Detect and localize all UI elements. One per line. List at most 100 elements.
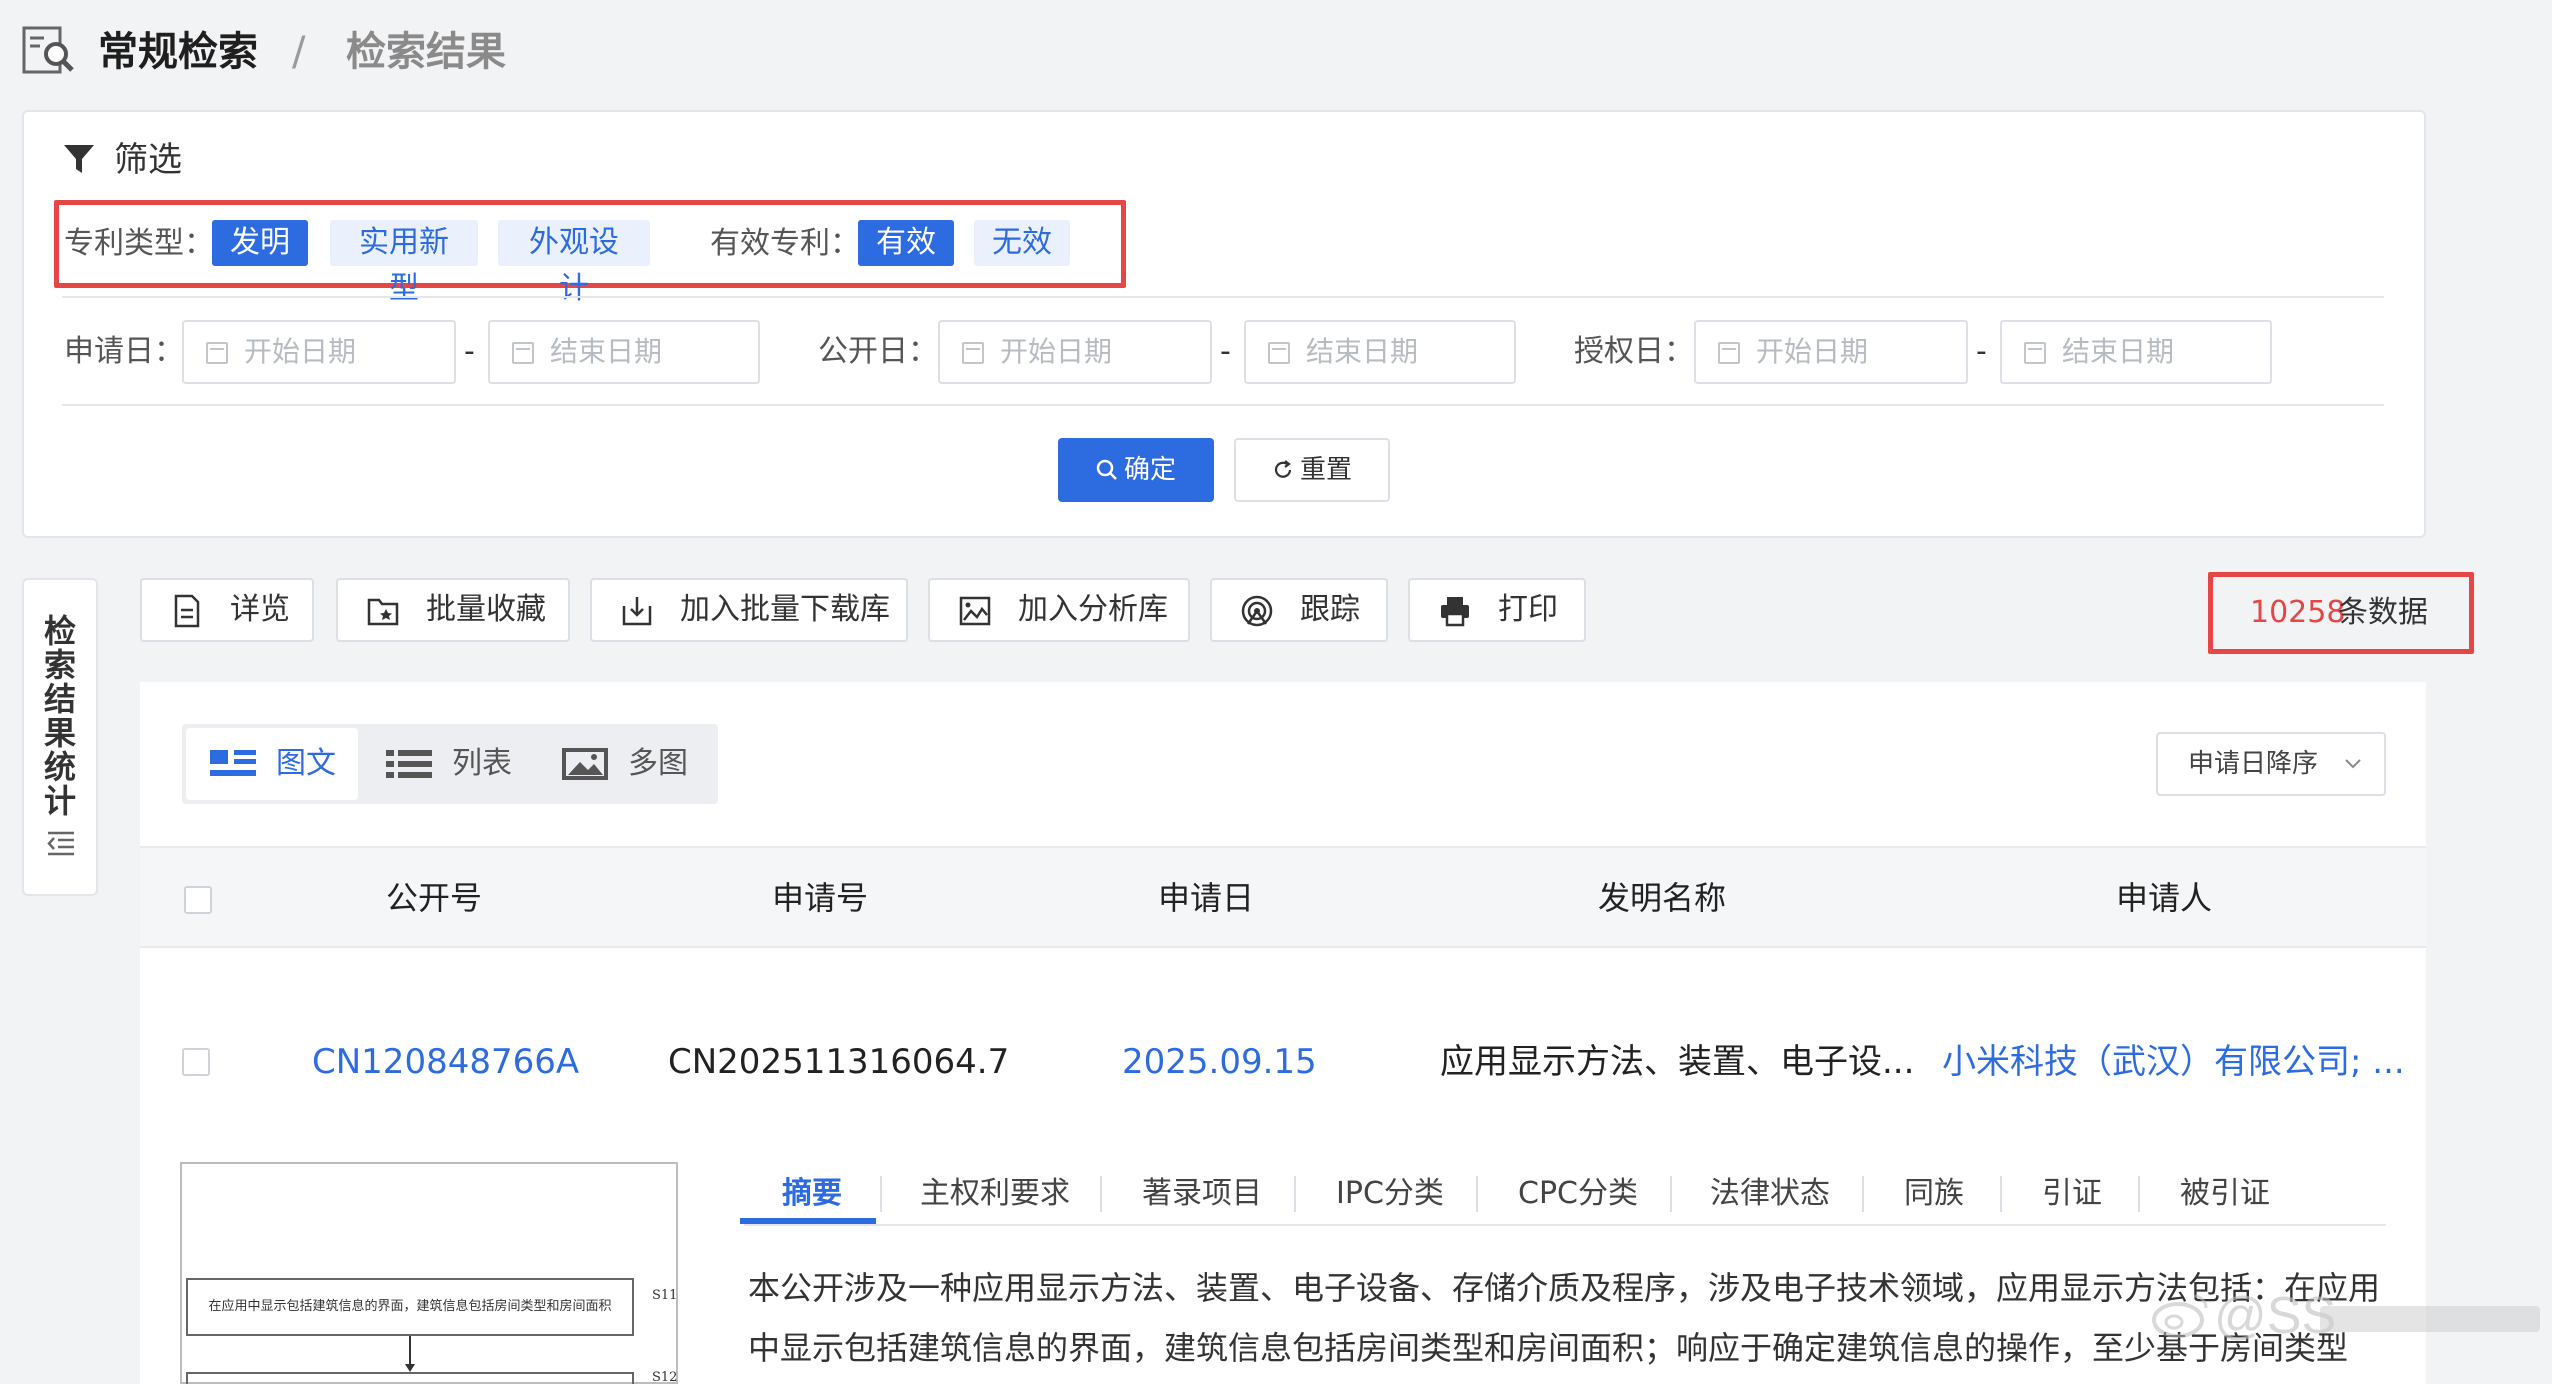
- weibo-logo-icon: [2152, 1294, 2208, 1338]
- apply-date-end-input[interactable]: 结束日期: [488, 320, 760, 384]
- flowchart-tag-s12: S12: [652, 1370, 678, 1384]
- image-text-icon: [210, 750, 256, 776]
- tab-legal-status[interactable]: 法律状态: [1710, 1172, 1830, 1216]
- view-mode-gallery[interactable]: 多图: [540, 728, 710, 800]
- abstract-text: 本公开涉及一种应用显示方法、装置、电子设备、存储介质及程序，涉及电子技术领域，应…: [748, 1269, 2381, 1367]
- tab-separator: [1476, 1176, 1478, 1212]
- tab-citations[interactable]: 引证: [2042, 1172, 2102, 1216]
- col-header-applicant[interactable]: 申请人: [2116, 876, 2212, 920]
- calendar-icon: [962, 342, 984, 364]
- view-mode-list[interactable]: 列表: [370, 728, 530, 800]
- tab-separator: [1862, 1176, 1864, 1212]
- chip-valid[interactable]: 有效: [858, 220, 954, 266]
- track-button[interactable]: 跟踪: [1210, 578, 1388, 642]
- select-all-checkbox[interactable]: [184, 886, 212, 914]
- add-batch-download-button[interactable]: 加入批量下载库: [590, 578, 908, 642]
- divider: [62, 404, 2384, 406]
- tab-family[interactable]: 同族: [1904, 1172, 1964, 1216]
- flowchart-step-s12: [186, 1372, 634, 1384]
- tab-bibliographic[interactable]: 著录项目: [1142, 1172, 1262, 1216]
- calendar-icon: [206, 342, 228, 364]
- printer-icon: [1441, 597, 1469, 627]
- watermark-redaction: [2320, 1306, 2540, 1332]
- chip-invalid[interactable]: 无效: [974, 220, 1070, 266]
- calendar-icon: [2024, 342, 2046, 364]
- tab-separator: [1100, 1176, 1102, 1212]
- result-count-suffix: 条数据: [2338, 595, 2428, 630]
- add-analysis-library-button[interactable]: 加入分析库: [928, 578, 1190, 642]
- refresh-icon: [1274, 460, 1292, 478]
- flowchart-tag-s11: S11: [652, 1288, 678, 1303]
- tab-separator: [880, 1176, 882, 1212]
- row-applicant-link[interactable]: 小米科技（武汉）有限公司; ...: [1942, 1038, 2405, 1086]
- patent-drawing-thumbnail[interactable]: 在应用中显示包括建筑信息的界面，建筑信息包括房间类型和房间面积 S11 S12: [180, 1162, 678, 1384]
- tab-separator: [1670, 1176, 1672, 1212]
- search-icon: [1096, 459, 1117, 480]
- row-title[interactable]: 应用显示方法、装置、电子设...: [1440, 1038, 1914, 1086]
- breadcrumb-separator: /: [292, 29, 306, 75]
- bookmark-folder-icon: [367, 598, 399, 626]
- calendar-icon: [1268, 342, 1290, 364]
- breadcrumb-search-results: 检索结果: [346, 29, 506, 75]
- view-mode-image-text[interactable]: 图文: [186, 728, 358, 800]
- result-count-number: 10258: [2250, 595, 2346, 630]
- divider: [62, 296, 2384, 298]
- pub-date-label: 公开日：: [818, 334, 938, 369]
- filter-icon: [64, 145, 94, 173]
- download-icon: [622, 597, 652, 626]
- tab-cpc[interactable]: CPC分类: [1518, 1172, 1638, 1216]
- reset-button[interactable]: 重置: [1234, 438, 1390, 502]
- range-dash: -: [1220, 334, 1231, 369]
- radar-icon: [1241, 595, 1273, 627]
- filter-title: 筛选: [114, 140, 182, 180]
- collapse-menu-icon[interactable]: [46, 830, 76, 856]
- flowchart-step-s11: 在应用中显示包括建筑信息的界面，建筑信息包括房间类型和房间面积: [186, 1278, 634, 1336]
- watermark-text: @SS: [2214, 1287, 2337, 1345]
- patent-type-label: 专利类型：: [64, 226, 214, 261]
- results-stats-label: 检索结果统计: [43, 612, 76, 820]
- pub-date-end-input[interactable]: 结束日期: [1244, 320, 1516, 384]
- chip-utility-model[interactable]: 实用新型: [330, 220, 478, 306]
- watermark-logo: @SS: [2150, 1280, 2540, 1360]
- col-header-app-no[interactable]: 申请号: [772, 876, 868, 920]
- tab-separator: [1294, 1176, 1296, 1212]
- detail-view-button[interactable]: 详览: [140, 578, 314, 642]
- tab-abstract[interactable]: 摘要: [782, 1172, 842, 1216]
- tab-cited-by[interactable]: 被引证: [2180, 1172, 2270, 1216]
- tab-main-claim[interactable]: 主权利要求: [920, 1172, 1070, 1216]
- chip-invention[interactable]: 发明: [212, 220, 308, 266]
- calendar-icon: [1718, 342, 1740, 364]
- confirm-button[interactable]: 确定: [1058, 438, 1214, 502]
- gallery-icon: [562, 748, 608, 780]
- sort-select[interactable]: 申请日降序: [2156, 732, 2386, 796]
- pub-date-start-input[interactable]: 开始日期: [938, 320, 1212, 384]
- tab-active-indicator: [740, 1218, 876, 1224]
- document-search-icon: [22, 26, 74, 74]
- row-pub-no-link[interactable]: CN120848766A: [312, 1038, 579, 1086]
- range-dash: -: [1976, 334, 1987, 369]
- batch-favorite-button[interactable]: 批量收藏: [336, 578, 570, 642]
- print-button[interactable]: 打印: [1408, 578, 1586, 642]
- row-app-no: CN202511316064.7: [668, 1042, 1010, 1082]
- breadcrumb-general-search[interactable]: 常规检索: [98, 24, 258, 80]
- tabs-baseline: [744, 1224, 2386, 1226]
- valid-patent-label: 有效专利：: [710, 226, 860, 261]
- col-header-title[interactable]: 发明名称: [1598, 876, 1726, 920]
- apply-date-label: 申请日：: [64, 334, 184, 369]
- col-header-app-date[interactable]: 申请日: [1158, 876, 1254, 920]
- document-icon: [174, 594, 200, 628]
- list-icon: [386, 750, 432, 778]
- tab-separator: [2138, 1176, 2140, 1212]
- row-checkbox[interactable]: [182, 1048, 210, 1076]
- col-header-pub-no[interactable]: 公开号: [386, 876, 482, 920]
- tab-ipc[interactable]: IPC分类: [1336, 1172, 1444, 1216]
- calendar-icon: [512, 342, 534, 364]
- row-app-date: 2025.09.15: [1122, 1042, 1317, 1082]
- range-dash: -: [464, 334, 475, 369]
- flowchart-arrow: [405, 1336, 415, 1372]
- chip-design[interactable]: 外观设计: [498, 220, 650, 306]
- grant-date-end-input[interactable]: 结束日期: [2000, 320, 2272, 384]
- apply-date-start-input[interactable]: 开始日期: [182, 320, 456, 384]
- grant-date-start-input[interactable]: 开始日期: [1694, 320, 1968, 384]
- tab-separator: [2000, 1176, 2002, 1212]
